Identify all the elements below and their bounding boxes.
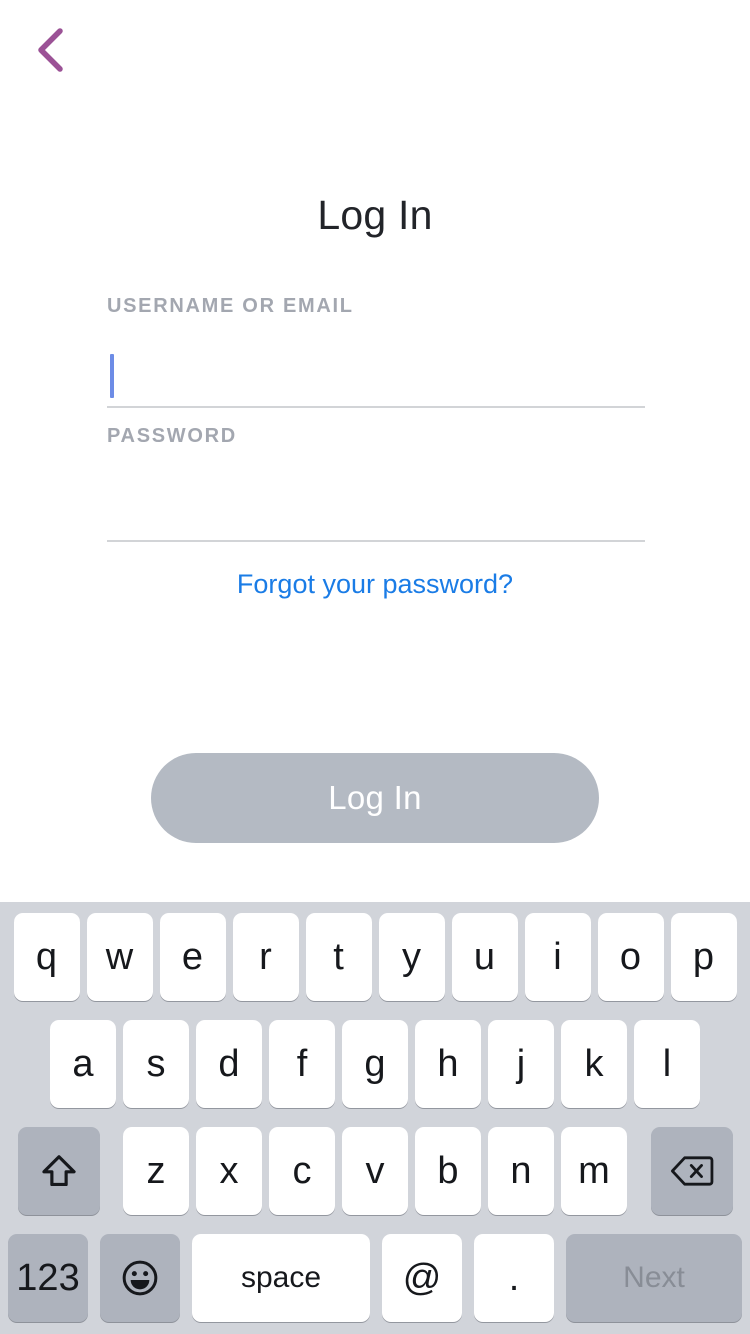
- key-a[interactable]: a: [50, 1020, 116, 1108]
- username-input[interactable]: [107, 345, 645, 406]
- keyboard-row-3: z x c v b n m: [0, 1127, 750, 1215]
- key-u[interactable]: u: [451, 913, 518, 1001]
- return-key[interactable]: Next: [566, 1234, 742, 1322]
- shift-key[interactable]: [17, 1127, 100, 1215]
- text-caret: [110, 354, 114, 398]
- keyboard-row-4: 123 space @ . Next: [0, 1234, 750, 1322]
- numbers-key[interactable]: 123: [8, 1234, 88, 1322]
- password-input[interactable]: [107, 479, 645, 540]
- key-z[interactable]: z: [123, 1127, 189, 1215]
- key-x[interactable]: x: [196, 1127, 262, 1215]
- back-button[interactable]: [14, 14, 86, 86]
- key-f[interactable]: f: [269, 1020, 335, 1108]
- key-j[interactable]: j: [488, 1020, 554, 1108]
- period-key[interactable]: .: [474, 1234, 554, 1322]
- forgot-password-link[interactable]: Forgot your password?: [0, 569, 750, 600]
- login-button[interactable]: Log In: [151, 753, 599, 843]
- keyboard-row-1: q w e r t y u i o p: [0, 913, 750, 1001]
- emoji-smiley-icon: [120, 1258, 160, 1298]
- key-l[interactable]: l: [634, 1020, 700, 1108]
- emoji-key[interactable]: [100, 1234, 180, 1322]
- login-form: USERNAME OR EMAIL PASSWORD: [107, 296, 645, 542]
- shift-arrow-icon: [40, 1152, 78, 1190]
- key-b[interactable]: b: [415, 1127, 481, 1215]
- row3-left-spacer: [100, 1127, 120, 1215]
- key-s[interactable]: s: [123, 1020, 189, 1108]
- key-y[interactable]: y: [378, 913, 445, 1001]
- key-h[interactable]: h: [415, 1020, 481, 1108]
- key-d[interactable]: d: [196, 1020, 262, 1108]
- password-field[interactable]: [107, 479, 645, 542]
- chevron-left-icon: [34, 26, 66, 74]
- key-p[interactable]: p: [670, 913, 737, 1001]
- space-key[interactable]: space: [192, 1234, 370, 1322]
- key-i[interactable]: i: [524, 913, 591, 1001]
- key-c[interactable]: c: [269, 1127, 335, 1215]
- backspace-icon: [670, 1154, 714, 1188]
- key-o[interactable]: o: [597, 913, 664, 1001]
- username-field[interactable]: [107, 345, 645, 408]
- key-t[interactable]: t: [305, 913, 372, 1001]
- key-w[interactable]: w: [86, 913, 153, 1001]
- username-label: USERNAME OR EMAIL: [107, 295, 354, 317]
- row3-right-spacer: [631, 1127, 651, 1215]
- at-key[interactable]: @: [382, 1234, 462, 1322]
- key-r[interactable]: r: [232, 913, 299, 1001]
- backspace-key[interactable]: [650, 1127, 733, 1215]
- key-k[interactable]: k: [561, 1020, 627, 1108]
- key-g[interactable]: g: [342, 1020, 408, 1108]
- password-label: PASSWORD: [107, 425, 237, 447]
- key-q[interactable]: q: [13, 913, 80, 1001]
- keyboard-row-2: a s d f g h j k l: [0, 1020, 750, 1108]
- key-v[interactable]: v: [342, 1127, 408, 1215]
- page-title: Log In: [317, 192, 433, 238]
- key-m[interactable]: m: [561, 1127, 627, 1215]
- on-screen-keyboard: q w e r t y u i o p a s d f g h j k l z …: [0, 902, 750, 1334]
- key-e[interactable]: e: [159, 913, 226, 1001]
- login-screen: Log In USERNAME OR EMAIL PASSWORD Forgot…: [0, 0, 750, 1334]
- key-n[interactable]: n: [488, 1127, 554, 1215]
